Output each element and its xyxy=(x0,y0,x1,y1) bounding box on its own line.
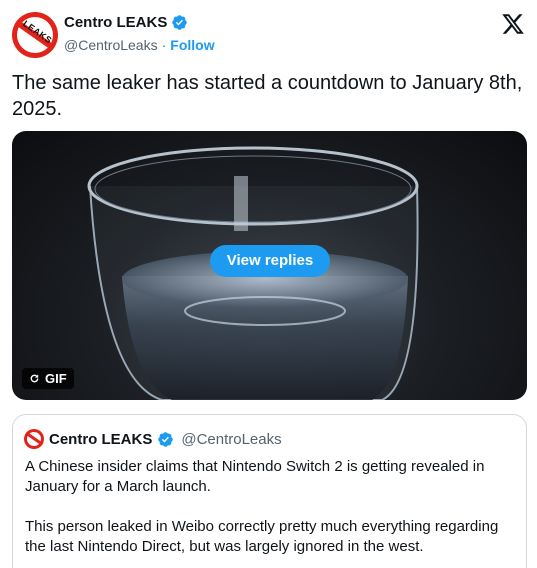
quoted-author-name[interactable]: Centro LEAKS xyxy=(49,431,152,448)
quoted-paragraph-2: This person leaked in Weibo correctly pr… xyxy=(25,518,499,555)
quoted-tweet[interactable]: Centro LEAKS @CentroLeaks A Chinese insi… xyxy=(12,414,527,568)
quoted-author-handle[interactable]: @CentroLeaks xyxy=(181,431,281,448)
author-avatar[interactable]: LEAKS xyxy=(12,12,58,58)
follow-button[interactable]: Follow xyxy=(170,37,214,53)
gif-label: GIF xyxy=(45,371,67,386)
author-handle-row: @CentroLeaks · Follow xyxy=(64,37,215,53)
x-logo-icon[interactable] xyxy=(501,12,525,36)
verified-badge-icon xyxy=(158,431,174,447)
author-name-row: Centro LEAKS xyxy=(64,14,188,31)
quoted-paragraph-1: A Chinese insider claims that Nintendo S… xyxy=(25,458,485,495)
tweet-text: The same leaker has started a countdown … xyxy=(12,72,523,120)
author-name[interactable]: Centro LEAKS xyxy=(64,14,167,31)
quoted-tweet-text: A Chinese insider claims that Nintendo S… xyxy=(25,457,517,568)
handle-separator: · xyxy=(161,37,167,53)
quoted-tweet-header: Centro LEAKS @CentroLeaks xyxy=(24,429,282,449)
verified-badge-icon xyxy=(172,15,188,30)
quoted-author-avatar[interactable] xyxy=(24,429,44,449)
view-replies-button[interactable]: View replies xyxy=(210,245,330,277)
author-handle[interactable]: @CentroLeaks xyxy=(64,37,158,53)
replay-icon xyxy=(30,374,39,383)
gif-badge[interactable]: GIF xyxy=(22,368,74,389)
tweet-gif-media[interactable]: View replies GIF xyxy=(12,131,527,400)
tweet-header: LEAKS Centro LEAKS @CentroLeaks · Follow xyxy=(12,10,527,58)
